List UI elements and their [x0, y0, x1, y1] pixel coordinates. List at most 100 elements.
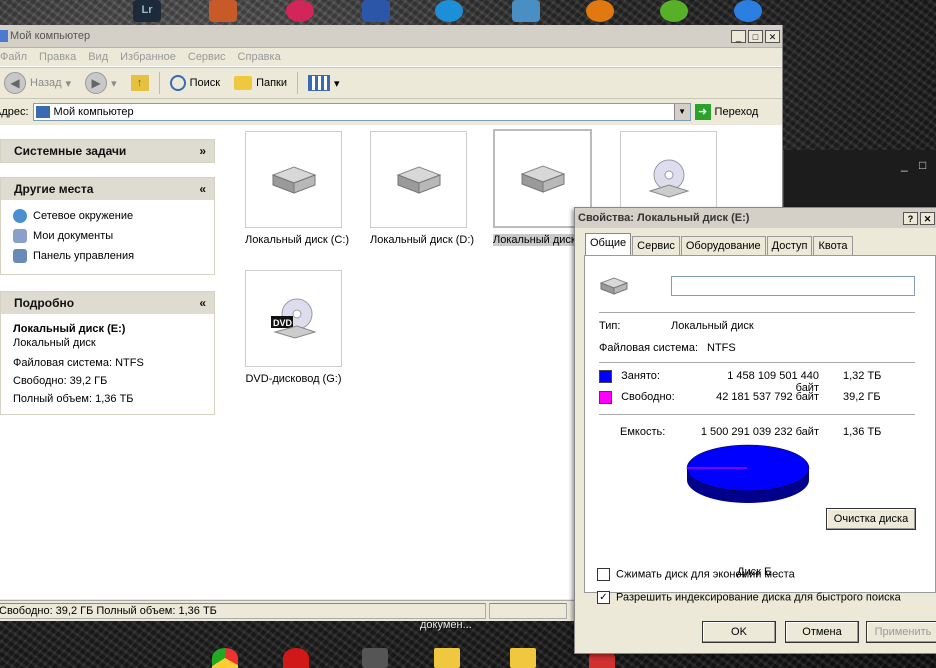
drive-label: Локальный диск (D:) [370, 234, 475, 246]
free-row: Свободно: [599, 391, 675, 404]
divider [599, 312, 915, 314]
maximize-icon[interactable]: □ [919, 158, 926, 172]
details-header[interactable]: Подробно « [1, 292, 214, 314]
details-body: Локальный диск (E:) Локальный диск Файло… [1, 314, 214, 414]
close-button[interactable]: ✕ [765, 29, 780, 43]
folder-icon[interactable] [434, 648, 460, 668]
other-places-body: Сетевое окружение Мои документы Панель у… [1, 200, 214, 272]
folders-button[interactable]: Папки [230, 76, 291, 90]
minimize-icon[interactable]: _ [901, 158, 908, 172]
drive-d[interactable]: Локальный диск (D:) [370, 131, 475, 246]
system-tasks-panel: Системные задачи » [0, 139, 215, 163]
menu-help[interactable]: Справка [238, 51, 281, 63]
document-app-icon[interactable] [209, 0, 237, 22]
toolbar: ◀ Назад ▾ ▶ ▾ ↑ Поиск Папки ▾ [0, 67, 782, 99]
disk-usage-pie [686, 444, 810, 503]
menu-edit[interactable]: Правка [39, 51, 76, 63]
views-icon [308, 75, 331, 91]
maximize-button[interactable]: □ [748, 29, 763, 43]
details-drive-type: Локальный диск [13, 337, 96, 349]
back-button[interactable]: ◀ Назад ▾ [0, 72, 75, 94]
ok-button[interactable]: OK [702, 621, 776, 643]
other-places-header[interactable]: Другие места « [1, 178, 214, 200]
properties-dialog: Свойства: Локальный диск (E:) ? ✕ Общие … [574, 207, 936, 654]
forward-button[interactable]: ▶ ▾ [81, 72, 121, 94]
index-checkbox[interactable]: ✓ [597, 591, 610, 604]
folder-icon[interactable] [510, 648, 536, 668]
forward-arrow-icon: ▶ [85, 72, 108, 94]
status-cell-empty [489, 603, 567, 619]
go-button[interactable]: ➜ Переход [694, 104, 758, 120]
cancel-button[interactable]: Отмена [785, 621, 859, 643]
free-color-swatch [599, 391, 612, 404]
address-input[interactable]: Мой компьютер ▼ [32, 103, 691, 121]
menu-tools[interactable]: Сервис [188, 51, 226, 63]
drive-g[interactable]: DVD DVD-дисковод (G:) [245, 270, 342, 385]
collapse-icon[interactable]: « [199, 296, 206, 310]
compress-checkbox-row[interactable]: Сжимать диск для экономии места [597, 568, 795, 581]
search-icon [169, 75, 186, 91]
search-button[interactable]: Поиск [166, 75, 224, 91]
window-title: Мой компьютер [10, 30, 91, 42]
lightroom-icon[interactable]: Lr [133, 0, 161, 22]
disk-cleanup-button[interactable]: Очистка диска [826, 508, 916, 530]
drive-name-input[interactable] [671, 276, 915, 296]
type-label: Тип: [599, 320, 621, 332]
dialog-titlebar[interactable]: Свойства: Локальный диск (E:) ? ✕ [575, 208, 936, 228]
explorer-titlebar[interactable]: Мой компьютер _ □ ✕ [0, 25, 782, 48]
index-label: Разрешить индексирование диска для быстр… [616, 591, 901, 604]
background-window: _ □ [783, 150, 936, 210]
downloader-icon[interactable] [512, 0, 540, 22]
network-icon [13, 209, 27, 223]
control-panel-icon [13, 249, 27, 263]
system-tasks-header[interactable]: Системные задачи » [1, 140, 214, 162]
details-title: Подробно [14, 296, 75, 310]
hard-drive-icon [271, 165, 316, 194]
chevron-down-icon[interactable]: ▾ [111, 77, 117, 90]
system-tasks-title: Системные задачи [14, 144, 127, 158]
up-folder-icon: ↑ [130, 75, 149, 91]
flashget-icon[interactable] [734, 0, 762, 22]
menu-favorites[interactable]: Избранное [120, 51, 176, 63]
chevron-down-icon[interactable]: ▾ [66, 77, 72, 90]
k-app-icon[interactable] [435, 0, 463, 22]
aimp-icon[interactable] [586, 0, 614, 22]
chrome-icon[interactable] [212, 648, 238, 668]
tab-tools[interactable]: Сервис [632, 236, 680, 255]
itunes-icon[interactable] [286, 0, 314, 22]
sidebar-item-control-panel[interactable]: Панель управления [13, 246, 202, 266]
tab-sharing[interactable]: Доступ [766, 236, 813, 255]
go-arrow-icon: ➜ [694, 104, 711, 120]
tab-hardware[interactable]: Оборудование [680, 236, 766, 255]
minimize-button[interactable]: _ [731, 29, 746, 43]
utorrent-icon[interactable] [660, 0, 688, 22]
collapse-icon[interactable]: « [199, 182, 206, 196]
dialog-tabs: Общие Сервис Оборудование Доступ Квота [585, 233, 854, 255]
sidebar-item-network[interactable]: Сетевое окружение [13, 206, 202, 226]
menu-view[interactable]: Вид [88, 51, 108, 63]
index-checkbox-row[interactable]: ✓ Разрешить индексирование диска для быст… [597, 591, 901, 604]
compress-checkbox[interactable] [597, 568, 610, 581]
apply-button[interactable]: Применить [866, 621, 936, 643]
opera-icon[interactable] [283, 648, 309, 668]
tab-general[interactable]: Общие [585, 233, 632, 255]
drive-c[interactable]: Локальный диск (C:) [245, 131, 350, 246]
floppy-app-icon[interactable] [362, 0, 390, 22]
details-drive-name: Локальный диск (E:) [13, 323, 126, 335]
sidebar-item-my-documents[interactable]: Мои документы [13, 226, 202, 246]
help-button[interactable]: ? [903, 211, 918, 225]
close-button[interactable]: ✕ [920, 211, 935, 225]
app-icon[interactable] [362, 648, 388, 668]
up-folder-button[interactable]: ↑ [127, 75, 153, 91]
tab-quota[interactable]: Квота [813, 236, 853, 255]
expand-icon[interactable]: » [199, 144, 206, 158]
free-size: 39,2 ГБ [843, 391, 881, 403]
free-label: Свободно: [621, 391, 675, 404]
views-button[interactable]: ▾ [304, 75, 344, 91]
free-bytes: 42 181 537 792 байт [716, 391, 819, 403]
menu-file[interactable]: Файл [0, 51, 27, 63]
drive-label: Локальный диск (C:) [245, 234, 350, 246]
dvd-drive-icon: DVD [270, 298, 317, 339]
menubar: Файл Правка Вид Избранное Сервис Справка [0, 48, 782, 67]
chevron-down-icon[interactable]: ▼ [673, 104, 690, 120]
